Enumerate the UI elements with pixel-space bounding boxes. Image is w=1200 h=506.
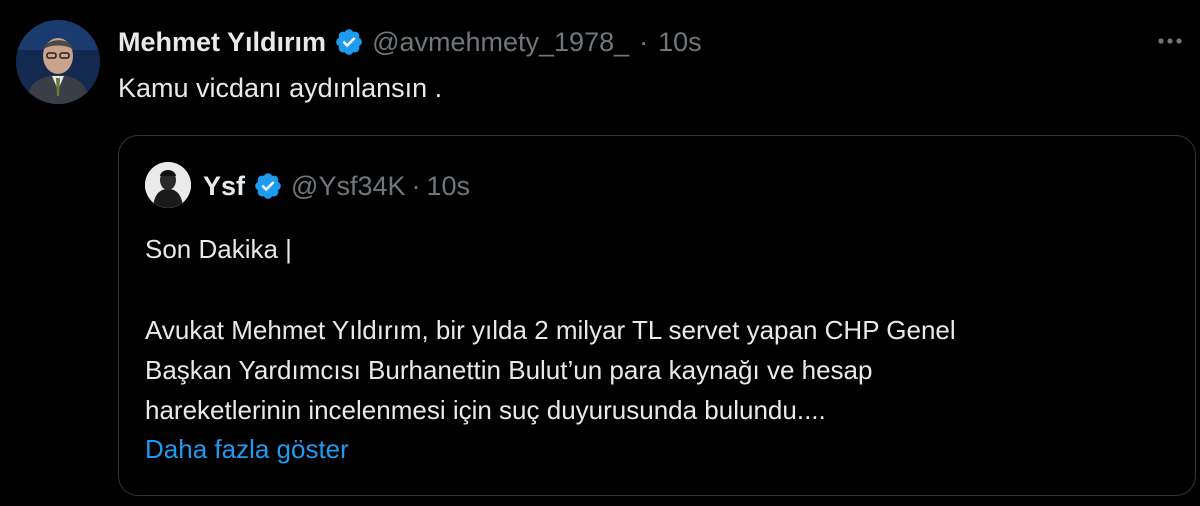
author-name[interactable]: Mehmet Yıldırım	[118, 27, 326, 58]
separator-dot: ·	[639, 26, 649, 57]
author-handle[interactable]: @avmehmety_1978_	[372, 27, 629, 58]
verified-badge-icon	[336, 29, 362, 55]
quoted-author-handle[interactable]: @Ysf34K	[291, 171, 405, 202]
quoted-tweet-line: Avukat Mehmet Yıldırım, bir yılda 2 mily…	[145, 315, 956, 345]
tweet-timestamp[interactable]: 10s	[658, 27, 702, 58]
tweet-header: Mehmet Yıldırım @avmehmety_1978_ · 10s	[118, 22, 702, 62]
quoted-tweet-line: Başkan Yardımcısı Burhanettin Bulut’un p…	[145, 355, 873, 385]
author-avatar[interactable]	[16, 20, 100, 104]
show-more-link[interactable]: Daha fazla göster	[145, 432, 349, 466]
more-options-icon[interactable]	[1152, 24, 1188, 58]
verified-badge-icon	[255, 173, 281, 199]
separator-dot: ·	[411, 170, 421, 201]
quoted-tweet-timestamp[interactable]: 10s	[427, 171, 471, 202]
quoted-tweet-card[interactable]: Ysf @Ysf34K · 10s Son Dakika | Avukat Me…	[118, 135, 1196, 496]
quoted-tweet-line: hareketlerinin incelenmesi için suç duyu…	[145, 395, 826, 425]
tweet-text: Kamu vicdanı aydınlansın .	[118, 73, 443, 103]
quoted-tweet-header: Ysf @Ysf34K · 10s	[203, 166, 470, 206]
quoted-tweet-headline: Son Dakika |	[145, 234, 292, 264]
quoted-author-name[interactable]: Ysf	[203, 171, 245, 202]
quoted-author-avatar[interactable]	[145, 162, 191, 208]
quoted-tweet-body: Avukat Mehmet Yıldırım, bir yılda 2 mily…	[145, 310, 956, 430]
